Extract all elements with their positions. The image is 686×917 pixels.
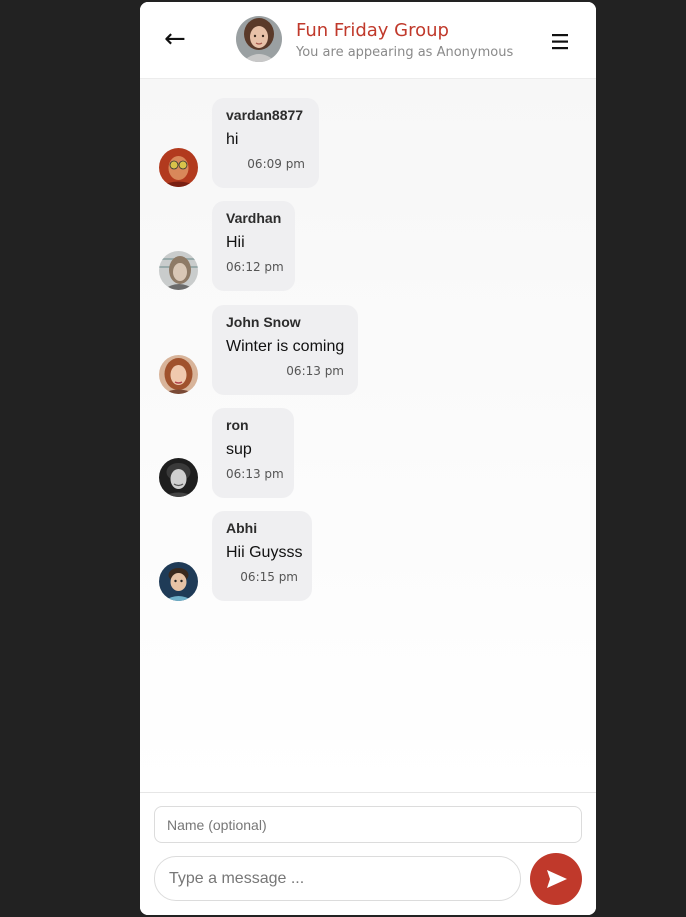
message-time: 06:15 pm [240,570,298,584]
message-bubble: Abhi Hii Guysss 06:15 pm [212,511,312,601]
message-item: vardan8877 hi 06:09 pm [140,98,596,188]
avatar [159,562,198,601]
message-time: 06:09 pm [247,157,305,171]
avatar [159,251,198,290]
hamburger-menu-icon[interactable] [548,30,572,54]
message-bubble: John Snow Winter is coming 06:13 pm [212,305,358,395]
name-input[interactable] [154,806,582,843]
message-text: sup [226,441,252,458]
message-item: Vardhan Hii 06:12 pm [140,201,596,291]
group-avatar [236,16,282,62]
send-button[interactable] [530,853,582,905]
message-item: John Snow Winter is coming 06:13 pm [140,305,596,395]
message-text: Winter is coming [226,338,345,355]
sender-name: John Snow [226,314,301,330]
avatar [159,355,198,394]
message-time: 06:13 pm [286,364,344,378]
message-list: vardan8877 hi 06:09 pm Vardhan Hii 06:12… [140,79,596,792]
message-time: 06:12 pm [226,260,284,274]
sender-name: Abhi [226,520,258,536]
message-text: Hii Guysss [226,544,303,561]
avatar [159,458,198,497]
group-title: Fun Friday Group [296,20,449,41]
message-composer [140,792,596,915]
avatar [159,148,198,187]
message-text: Hii [226,234,245,251]
message-bubble: vardan8877 hi 06:09 pm [212,98,319,188]
message-item: Abhi Hii Guysss 06:15 pm [140,511,596,601]
message-text: hi [226,131,239,148]
back-arrow-icon[interactable]: ← [164,22,186,56]
message-time: 06:13 pm [226,467,284,481]
chat-header: ← Fun Friday Group You are appearing as … [140,2,596,79]
chat-window: ← Fun Friday Group You are appearing as … [140,2,596,915]
message-input[interactable] [154,856,521,901]
sender-name: Vardhan [226,210,282,226]
message-bubble: ron sup 06:13 pm [212,408,294,498]
send-icon [547,870,567,888]
message-item: ron sup 06:13 pm [140,408,596,498]
identity-status: You are appearing as Anonymous [296,45,514,60]
sender-name: vardan8877 [226,107,304,123]
message-bubble: Vardhan Hii 06:12 pm [212,201,295,291]
sender-name: ron [226,417,249,433]
